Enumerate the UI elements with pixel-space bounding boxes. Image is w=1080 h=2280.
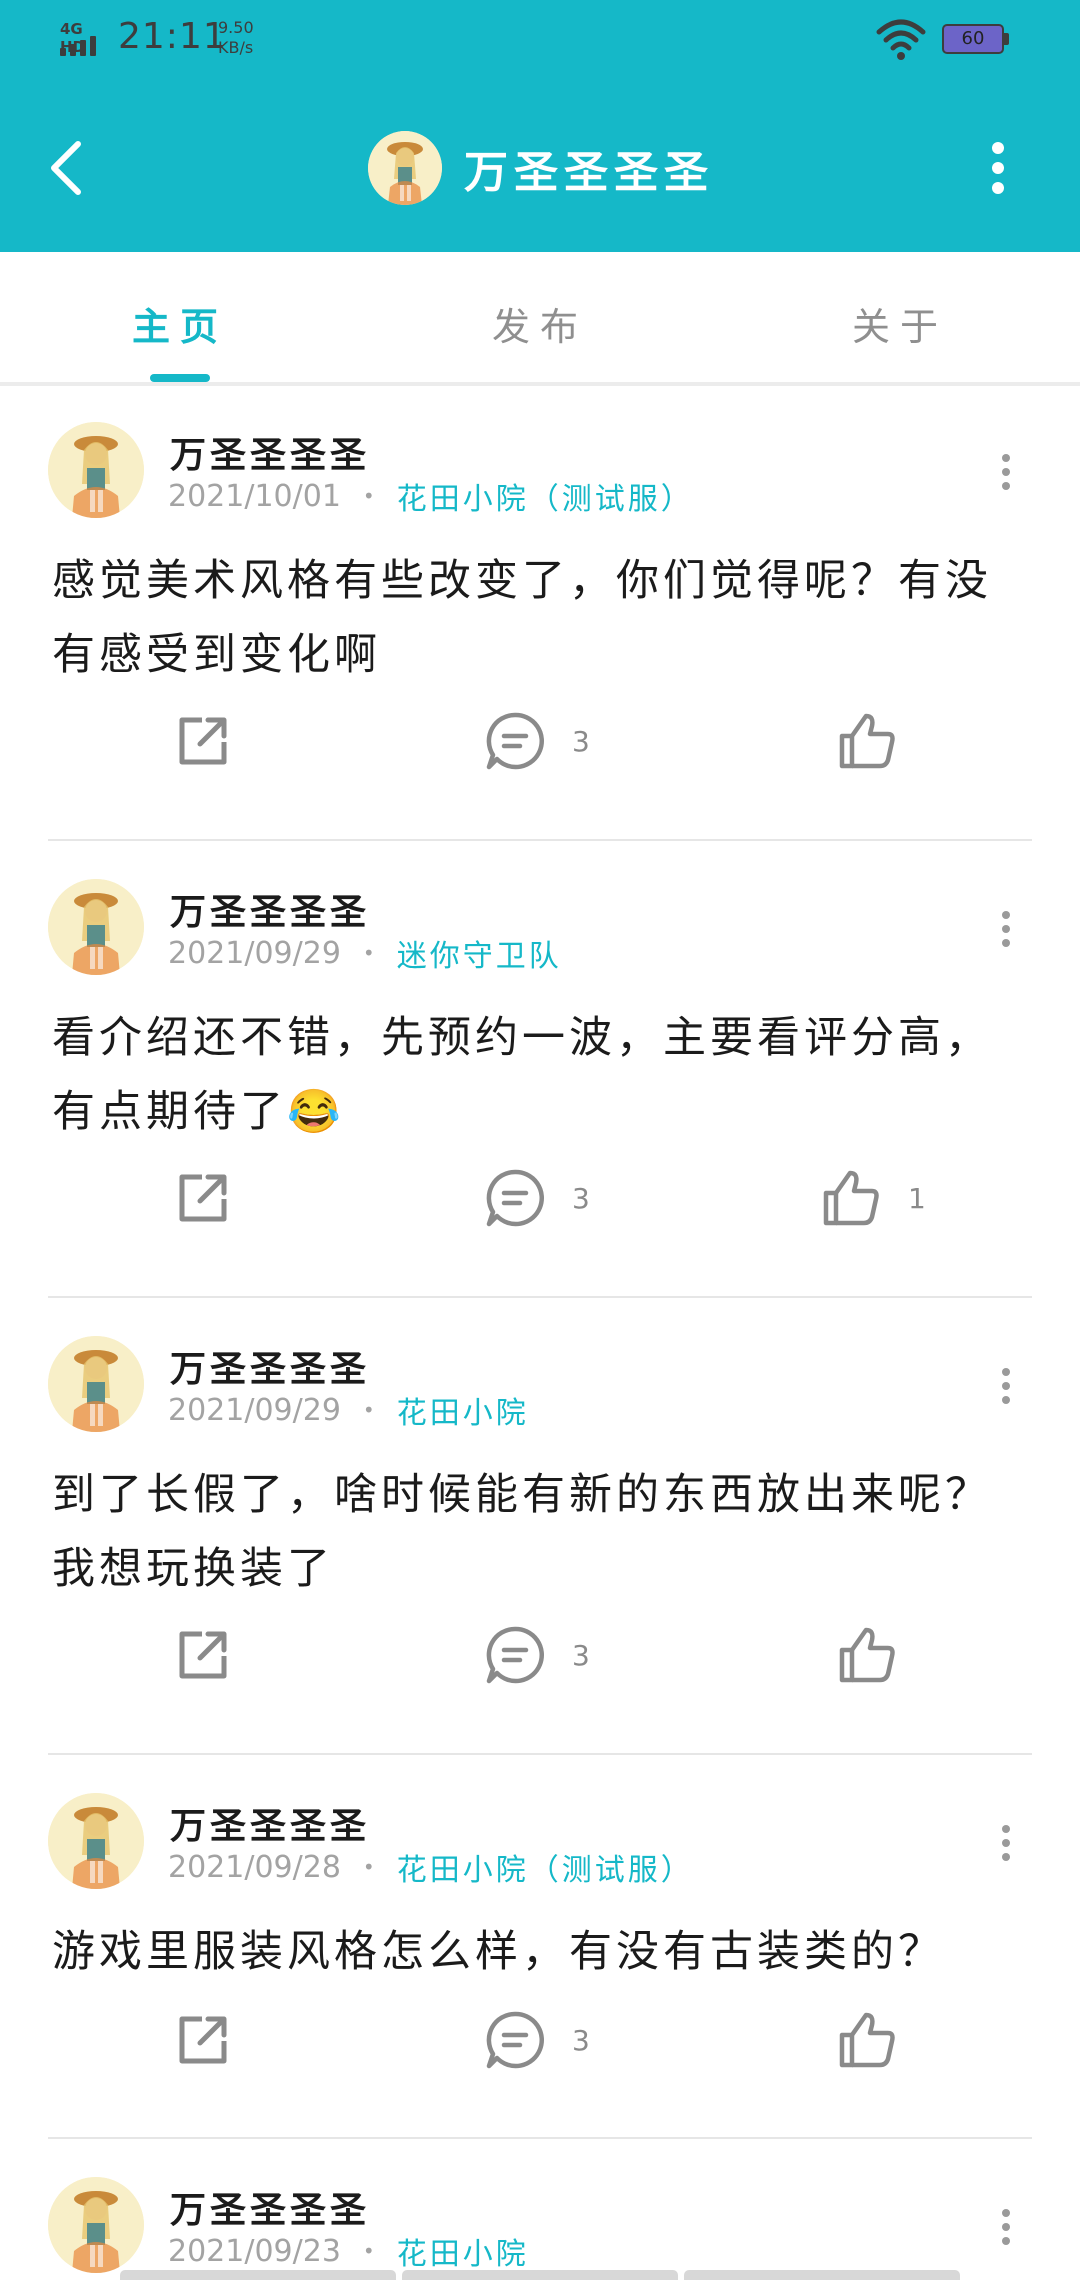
- home-indicator: [120, 2270, 960, 2280]
- battery-level: 60: [961, 28, 985, 49]
- post-actions: 3: [0, 2005, 1080, 2075]
- separator-dot: •: [362, 2239, 375, 2263]
- tab-about[interactable]: 关于: [790, 296, 1010, 351]
- post-meta: 2021/09/28 • 花田小院（测试服）: [168, 1845, 694, 1889]
- page-title: 万圣圣圣圣: [464, 147, 714, 198]
- like-count: 1: [908, 1181, 926, 1215]
- post-more-icon[interactable]: [1000, 1368, 1012, 1408]
- app-header: 4G HD 21:11 9.50 KB/s 60: [0, 0, 1080, 252]
- post-date: 2021/09/29: [168, 1392, 341, 1428]
- avatar[interactable]: [48, 879, 144, 975]
- post-author[interactable]: 万圣圣圣圣: [170, 1340, 370, 1392]
- post-meta: 2021/09/29 • 花田小院: [168, 1388, 529, 1432]
- post-card[interactable]: 万圣圣圣圣 2021/09/29 • 迷你守卫队 看介绍还不错，先预约一波，主要…: [0, 841, 1080, 1298]
- comment-count: 3: [572, 1181, 590, 1215]
- post-author[interactable]: 万圣圣圣圣: [170, 2181, 370, 2233]
- post-card[interactable]: 万圣圣圣圣 2021/09/29 • 花田小院 到了长假了，啥时候能有新的东西放…: [0, 1298, 1080, 1755]
- avatar[interactable]: [48, 422, 144, 518]
- post-card[interactable]: 万圣圣圣圣 2021/10/01 • 花田小院（测试服） 感觉美术风格有些改变了…: [0, 384, 1080, 841]
- more-vertical-icon[interactable]: [990, 142, 1006, 194]
- active-tab-indicator: [150, 374, 210, 382]
- like-button[interactable]: 1: [820, 1163, 926, 1233]
- post-author[interactable]: 万圣圣圣圣: [170, 426, 370, 478]
- comment-count: 3: [572, 724, 590, 758]
- post-actions: 3 1: [0, 1163, 1080, 1233]
- share-icon: [179, 717, 227, 765]
- post-game-tag[interactable]: 花田小院: [397, 1388, 529, 1432]
- avatar[interactable]: [368, 131, 442, 205]
- post-game-tag[interactable]: 迷你守卫队: [397, 931, 562, 975]
- post-more-icon[interactable]: [1000, 911, 1012, 951]
- status-time: 21:11: [118, 16, 227, 57]
- share-icon: [179, 1174, 227, 1222]
- share-icon: [179, 2016, 227, 2064]
- tab-bar: 主页 发布 关于: [0, 252, 1080, 386]
- post-actions: 3: [0, 1620, 1080, 1690]
- post-more-icon[interactable]: [1000, 1825, 1012, 1865]
- post-more-icon[interactable]: [1000, 454, 1012, 494]
- tab-home[interactable]: 主页: [70, 296, 290, 351]
- post-text[interactable]: 游戏里服装风格怎么样，有没有古装类的？: [52, 1915, 1012, 1989]
- comment-button[interactable]: 3: [484, 1620, 590, 1690]
- network-speed-value: 9.50: [218, 18, 254, 37]
- status-bar: 4G HD 21:11 9.50 KB/s 60: [0, 0, 1080, 80]
- like-button[interactable]: [836, 1620, 924, 1690]
- network-speed-unit: KB/s: [218, 38, 254, 57]
- avatar[interactable]: [48, 2177, 144, 2273]
- like-icon: [839, 1627, 895, 1683]
- post-card[interactable]: 万圣圣圣圣 2021/09/28 • 花田小院（测试服） 游戏里服装风格怎么样，…: [0, 1755, 1080, 2139]
- post-date: 2021/09/29: [168, 935, 341, 971]
- comment-count: 3: [572, 1638, 590, 1672]
- post-game-tag[interactable]: 花田小院（测试服）: [397, 474, 694, 518]
- post-date: 2021/09/28: [168, 1849, 341, 1885]
- like-icon: [839, 2012, 895, 2068]
- avatar[interactable]: [48, 1336, 144, 1432]
- like-button[interactable]: [836, 2005, 924, 2075]
- post-game-tag[interactable]: 花田小院: [397, 2229, 529, 2273]
- post-date: 2021/09/23: [168, 2233, 341, 2269]
- share-button[interactable]: [172, 1163, 234, 1233]
- back-arrow-icon[interactable]: [46, 140, 86, 196]
- comment-icon: [486, 2011, 544, 2069]
- post-meta: 2021/09/29 • 迷你守卫队: [168, 931, 562, 975]
- post-text[interactable]: 到了长假了，啥时候能有新的东西放出来呢？我想玩换装了: [52, 1458, 1012, 1606]
- comment-button[interactable]: 3: [484, 2005, 590, 2075]
- share-icon: [179, 1631, 227, 1679]
- post-feed[interactable]: 万圣圣圣圣 2021/10/01 • 花田小院（测试服） 感觉美术风格有些改变了…: [0, 384, 1080, 2273]
- post-meta: 2021/10/01 • 花田小院（测试服）: [168, 474, 694, 518]
- post-actions: 3: [0, 706, 1080, 776]
- comment-count: 3: [572, 2023, 590, 2057]
- post-date: 2021/10/01: [168, 478, 341, 514]
- header-title-group: 万圣圣圣圣: [368, 128, 714, 208]
- like-icon: [839, 713, 895, 769]
- post-game-tag[interactable]: 花田小院（测试服）: [397, 1845, 694, 1889]
- like-icon: [823, 1170, 879, 1226]
- post-more-icon[interactable]: [1000, 2209, 1012, 2249]
- post-author[interactable]: 万圣圣圣圣: [170, 883, 370, 935]
- comment-button[interactable]: 3: [484, 1163, 590, 1233]
- comment-icon: [486, 712, 544, 770]
- post-author[interactable]: 万圣圣圣圣: [170, 1797, 370, 1849]
- post-meta: 2021/09/23 • 花田小院: [168, 2229, 529, 2273]
- post-text[interactable]: 看介绍还不错，先预约一波，主要看评分高，有点期待了😂: [52, 1001, 1012, 1149]
- separator-dot: •: [362, 941, 375, 965]
- comment-button[interactable]: 3: [484, 706, 590, 776]
- share-button[interactable]: [172, 1620, 234, 1690]
- avatar[interactable]: [48, 1793, 144, 1889]
- post-card[interactable]: 万圣圣圣圣 2021/09/23 • 花田小院: [0, 2139, 1080, 2273]
- comment-icon: [486, 1169, 544, 1227]
- post-text[interactable]: 感觉美术风格有些改变了，你们觉得呢？有没有感受到变化啊: [52, 544, 1012, 692]
- separator-dot: •: [362, 484, 375, 508]
- battery-icon: 60: [942, 24, 1010, 56]
- share-button[interactable]: [172, 2005, 234, 2075]
- signal-icon: 4G HD: [58, 20, 108, 58]
- wifi-icon: [876, 19, 926, 60]
- network-speed: 9.50 KB/s: [218, 18, 254, 58]
- comment-icon: [486, 1626, 544, 1684]
- like-button[interactable]: [836, 706, 924, 776]
- share-button[interactable]: [172, 706, 234, 776]
- separator-dot: •: [362, 1398, 375, 1422]
- tab-publish[interactable]: 发布: [430, 296, 650, 351]
- separator-dot: •: [362, 1855, 375, 1879]
